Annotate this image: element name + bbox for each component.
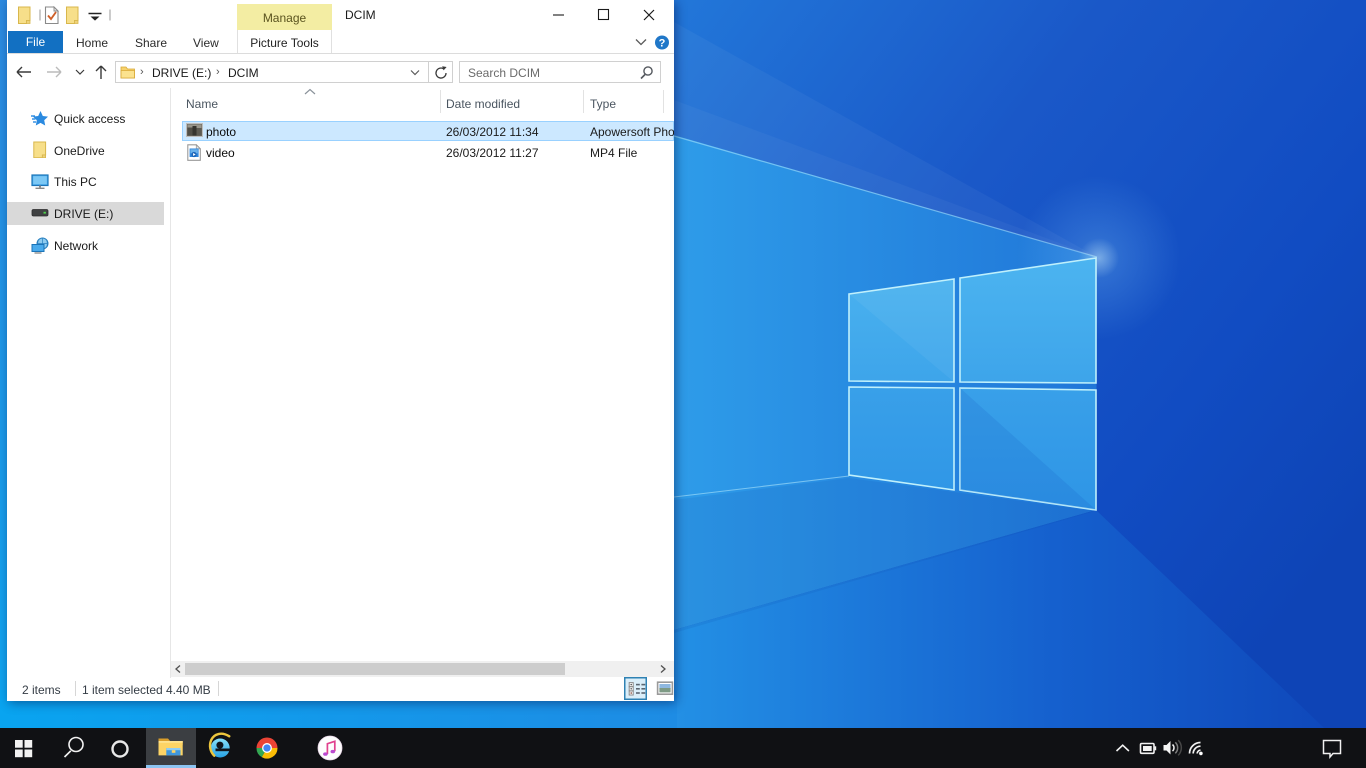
svg-text:?: ?	[659, 38, 666, 50]
